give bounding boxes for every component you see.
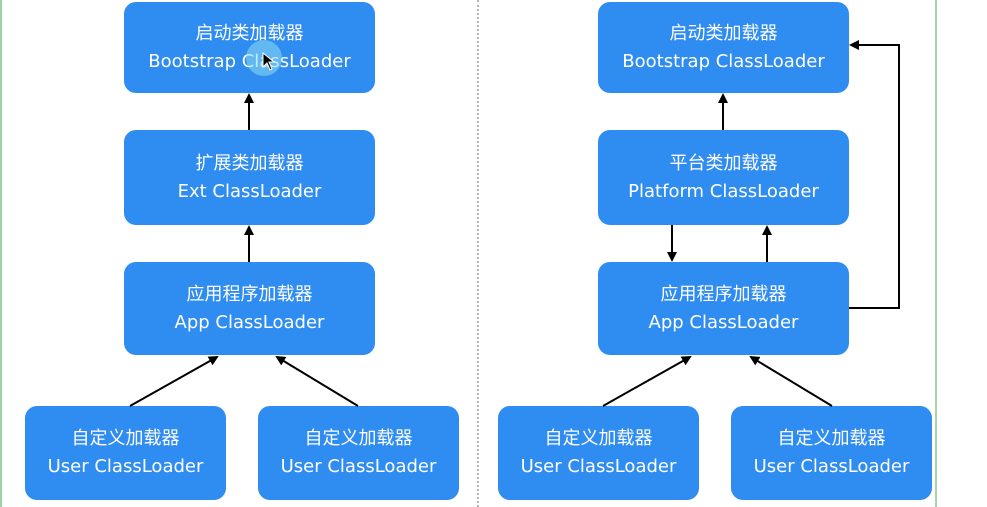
- left-arrow-user2-to-app: [275, 355, 359, 407]
- mouse-cursor-icon: [262, 52, 276, 71]
- arrows-layer: [129, 40, 900, 407]
- right-arrow-user1-to-app: [602, 356, 692, 407]
- right-arrow-app-to-bootstrap: [849, 40, 900, 309]
- left-arrow-user1-to-app: [129, 356, 219, 407]
- right-arrow-user2-to-app: [749, 355, 833, 407]
